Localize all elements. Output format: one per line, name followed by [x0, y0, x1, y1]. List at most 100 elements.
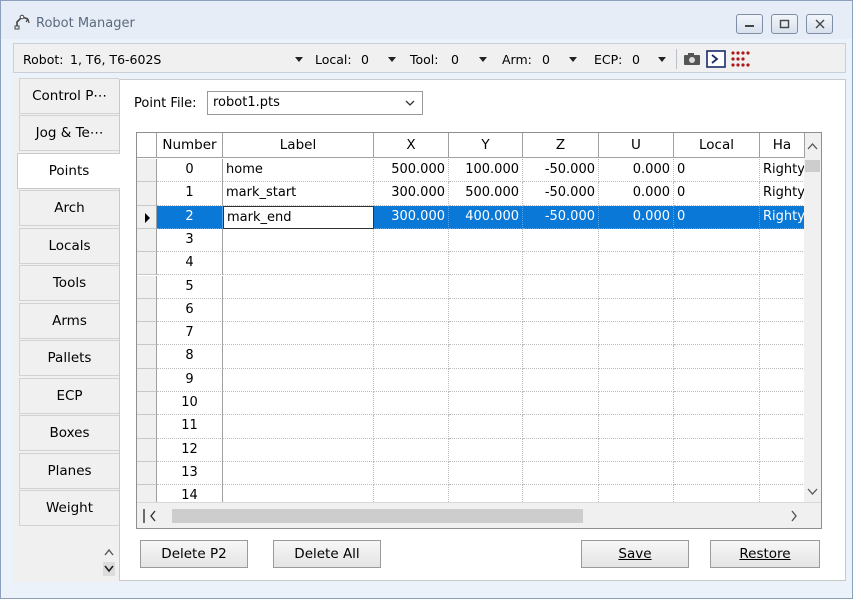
tab-jog-te[interactable]: Jog & Te⋯ — [19, 115, 119, 151]
local-dropdown-arrow-icon[interactable] — [388, 57, 396, 62]
cell-local[interactable]: 0 — [674, 182, 760, 206]
cell-u[interactable] — [599, 345, 674, 369]
io-monitor-icon[interactable] — [730, 50, 750, 72]
cell-hand[interactable] — [760, 415, 805, 439]
cell-y[interactable] — [449, 322, 523, 346]
cell-u[interactable] — [599, 392, 674, 416]
cell-label[interactable]: home — [223, 159, 374, 183]
cell-number[interactable]: 13 — [157, 461, 223, 486]
cell-x[interactable] — [374, 298, 449, 323]
row-selector[interactable] — [137, 392, 157, 416]
cell-label[interactable] — [223, 415, 374, 439]
cell-u[interactable] — [599, 298, 674, 323]
row-selector[interactable] — [137, 322, 157, 346]
tab-tools[interactable]: Tools — [19, 265, 119, 301]
cell-hand[interactable]: Righty — [760, 159, 805, 183]
delete-all-button[interactable]: Delete All — [273, 540, 381, 568]
cell-x[interactable] — [374, 228, 449, 253]
row-selector[interactable] — [137, 159, 157, 183]
cell-z[interactable] — [523, 275, 599, 299]
local-select[interactable]: 0 — [361, 52, 369, 67]
column-header-x[interactable]: X — [374, 133, 449, 158]
cell-z[interactable]: -50.000 — [523, 159, 599, 183]
maximize-button[interactable] — [771, 14, 798, 34]
ecp-select[interactable]: 0 — [632, 52, 640, 67]
arm-dropdown-arrow-icon[interactable] — [569, 57, 577, 62]
cell-number[interactable]: 6 — [157, 298, 223, 323]
cell-x[interactable] — [374, 438, 449, 462]
cell-z[interactable]: -50.000 — [523, 182, 599, 206]
column-header-hand[interactable]: Ha — [760, 133, 805, 158]
tab-control-p[interactable]: Control P⋯ — [19, 78, 119, 114]
cell-y[interactable] — [449, 392, 523, 416]
camera-icon[interactable] — [683, 51, 701, 71]
cell-u[interactable] — [599, 322, 674, 346]
cell-number[interactable]: 3 — [157, 228, 223, 253]
cell-hand[interactable] — [760, 298, 805, 323]
tab-boxes[interactable]: Boxes — [19, 415, 119, 451]
row-selector[interactable] — [137, 228, 157, 253]
vertical-scrollbar[interactable] — [804, 133, 821, 503]
cell-z[interactable] — [523, 228, 599, 253]
cell-y[interactable] — [449, 415, 523, 439]
cell-x[interactable] — [374, 392, 449, 416]
cell-local[interactable] — [674, 415, 760, 439]
cell-u[interactable] — [599, 368, 674, 392]
row-selector[interactable] — [137, 182, 157, 206]
cell-number[interactable]: 9 — [157, 368, 223, 392]
cell-x[interactable] — [374, 461, 449, 486]
cell-x[interactable] — [374, 345, 449, 369]
cell-u[interactable]: 0.000 — [599, 182, 674, 206]
cell-x[interactable] — [374, 415, 449, 439]
cell-local[interactable] — [674, 438, 760, 462]
cell-local[interactable] — [674, 368, 760, 392]
row-selector[interactable] — [137, 368, 157, 392]
column-header-local[interactable]: Local — [674, 133, 760, 158]
row-selector[interactable] — [137, 298, 157, 323]
ecp-dropdown-arrow-icon[interactable] — [658, 57, 666, 62]
tab-arms[interactable]: Arms — [19, 303, 119, 339]
cell-number[interactable]: 2 — [157, 205, 223, 229]
run-window-icon[interactable] — [706, 50, 726, 72]
cell-label[interactable]: mark_end — [223, 205, 374, 229]
cell-y[interactable] — [449, 368, 523, 392]
cell-y[interactable] — [449, 438, 523, 462]
row-selector[interactable] — [137, 345, 157, 369]
cell-z[interactable] — [523, 345, 599, 369]
cell-number[interactable]: 5 — [157, 275, 223, 299]
cell-y[interactable]: 500.000 — [449, 182, 523, 206]
cell-local[interactable] — [674, 298, 760, 323]
tab-locals[interactable]: Locals — [19, 228, 119, 264]
cell-x[interactable]: 500.000 — [374, 159, 449, 183]
cell-label[interactable] — [223, 298, 374, 323]
arm-select[interactable]: 0 — [542, 52, 550, 67]
restore-button[interactable]: Restore — [710, 540, 820, 568]
cell-x[interactable] — [374, 368, 449, 392]
horizontal-scroll-thumb[interactable] — [172, 509, 583, 523]
cell-hand[interactable]: Righty — [760, 182, 805, 206]
cell-z[interactable] — [523, 322, 599, 346]
cell-hand[interactable] — [760, 368, 805, 392]
cell-x[interactable]: 300.000 — [374, 205, 449, 229]
tab-points[interactable]: Points — [17, 153, 120, 189]
cell-label[interactable] — [223, 461, 374, 486]
cell-x[interactable]: 300.000 — [374, 182, 449, 206]
column-header-number[interactable]: Number — [157, 133, 223, 158]
cell-number[interactable]: 10 — [157, 392, 223, 416]
tab-arch[interactable]: Arch — [19, 190, 119, 226]
cell-number[interactable]: 7 — [157, 322, 223, 346]
cell-label[interactable] — [223, 252, 374, 276]
cell-y[interactable]: 100.000 — [449, 159, 523, 183]
column-header-u[interactable]: U — [599, 133, 674, 158]
cell-u[interactable]: 0.000 — [599, 159, 674, 183]
cell-z[interactable] — [523, 368, 599, 392]
cell-local[interactable] — [674, 228, 760, 253]
cell-y[interactable] — [449, 345, 523, 369]
row-selector[interactable] — [137, 252, 157, 276]
cell-u[interactable] — [599, 228, 674, 253]
cell-x[interactable] — [374, 275, 449, 299]
cell-u[interactable] — [599, 415, 674, 439]
tab-planes[interactable]: Planes — [19, 453, 119, 489]
row-selector[interactable] — [137, 415, 157, 439]
cell-hand[interactable] — [760, 438, 805, 462]
